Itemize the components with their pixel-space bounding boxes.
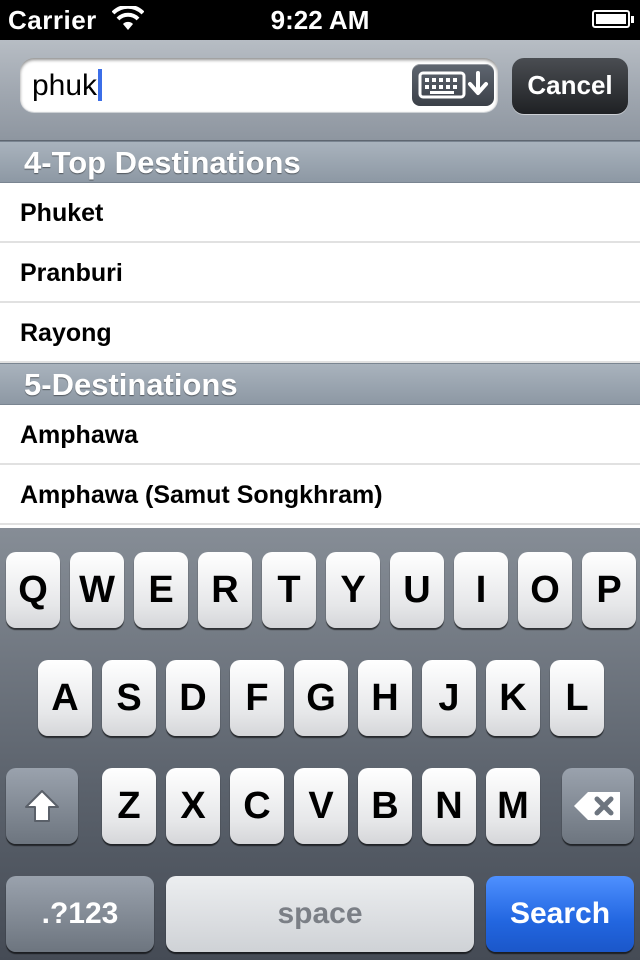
list-item[interactable]: Pranburi	[0, 243, 640, 303]
section-header: 5-Destinations	[0, 363, 640, 405]
shift-icon	[25, 790, 59, 822]
key-f[interactable]: F	[230, 660, 284, 736]
key-k[interactable]: K	[486, 660, 540, 736]
list-item[interactable]: Phuket	[0, 183, 640, 243]
delete-key[interactable]	[562, 768, 634, 844]
search-results-list: 4-Top Destinations Phuket Pranburi Rayon…	[0, 141, 640, 528]
key-s[interactable]: S	[102, 660, 156, 736]
key-c[interactable]: C	[230, 768, 284, 844]
key-n[interactable]: N	[422, 768, 476, 844]
status-bar: Carrier 9:22 AM	[0, 0, 640, 40]
backspace-icon	[574, 792, 620, 820]
text-caret	[98, 69, 103, 101]
key-z[interactable]: Z	[102, 768, 156, 844]
key-v[interactable]: V	[294, 768, 348, 844]
key-b[interactable]: B	[358, 768, 412, 844]
search-input-value: phuk	[32, 69, 98, 102]
key-q[interactable]: Q	[6, 552, 60, 628]
cancel-button[interactable]: Cancel	[512, 58, 628, 114]
key-m[interactable]: M	[486, 768, 540, 844]
key-i[interactable]: I	[454, 552, 508, 628]
key-d[interactable]: D	[166, 660, 220, 736]
key-u[interactable]: U	[390, 552, 444, 628]
key-x[interactable]: X	[166, 768, 220, 844]
key-t[interactable]: T	[262, 552, 316, 628]
list-item[interactable]: Amphawa (Samut Songkhram)	[0, 465, 640, 525]
key-w[interactable]: W	[70, 552, 124, 628]
keyboard: Q W E R T Y U I O P A S D F G H J K L Z …	[0, 528, 640, 960]
numbers-key[interactable]: .?123	[6, 876, 154, 952]
battery-icon	[592, 10, 634, 28]
key-a[interactable]: A	[38, 660, 92, 736]
keyboard-toggle-button[interactable]	[412, 64, 494, 106]
list-item[interactable]: Amphawa	[0, 405, 640, 465]
key-p[interactable]: P	[582, 552, 636, 628]
key-o[interactable]: O	[518, 552, 572, 628]
keyboard-dismiss-icon	[418, 71, 488, 99]
clock-label: 9:22 AM	[270, 5, 370, 35]
search-input[interactable]: phuk	[20, 58, 498, 112]
key-e[interactable]: E	[134, 552, 188, 628]
key-g[interactable]: G	[294, 660, 348, 736]
search-key[interactable]: Search	[486, 876, 634, 952]
key-l[interactable]: L	[550, 660, 604, 736]
section-header: 4-Top Destinations	[0, 141, 640, 183]
shift-key[interactable]	[6, 768, 78, 844]
space-key[interactable]: space	[166, 876, 474, 952]
list-item[interactable]: Rayong	[0, 303, 640, 363]
key-j[interactable]: J	[422, 660, 476, 736]
search-bar: phuk Cancel	[0, 40, 640, 141]
key-h[interactable]: H	[358, 660, 412, 736]
key-y[interactable]: Y	[326, 552, 380, 628]
key-r[interactable]: R	[198, 552, 252, 628]
